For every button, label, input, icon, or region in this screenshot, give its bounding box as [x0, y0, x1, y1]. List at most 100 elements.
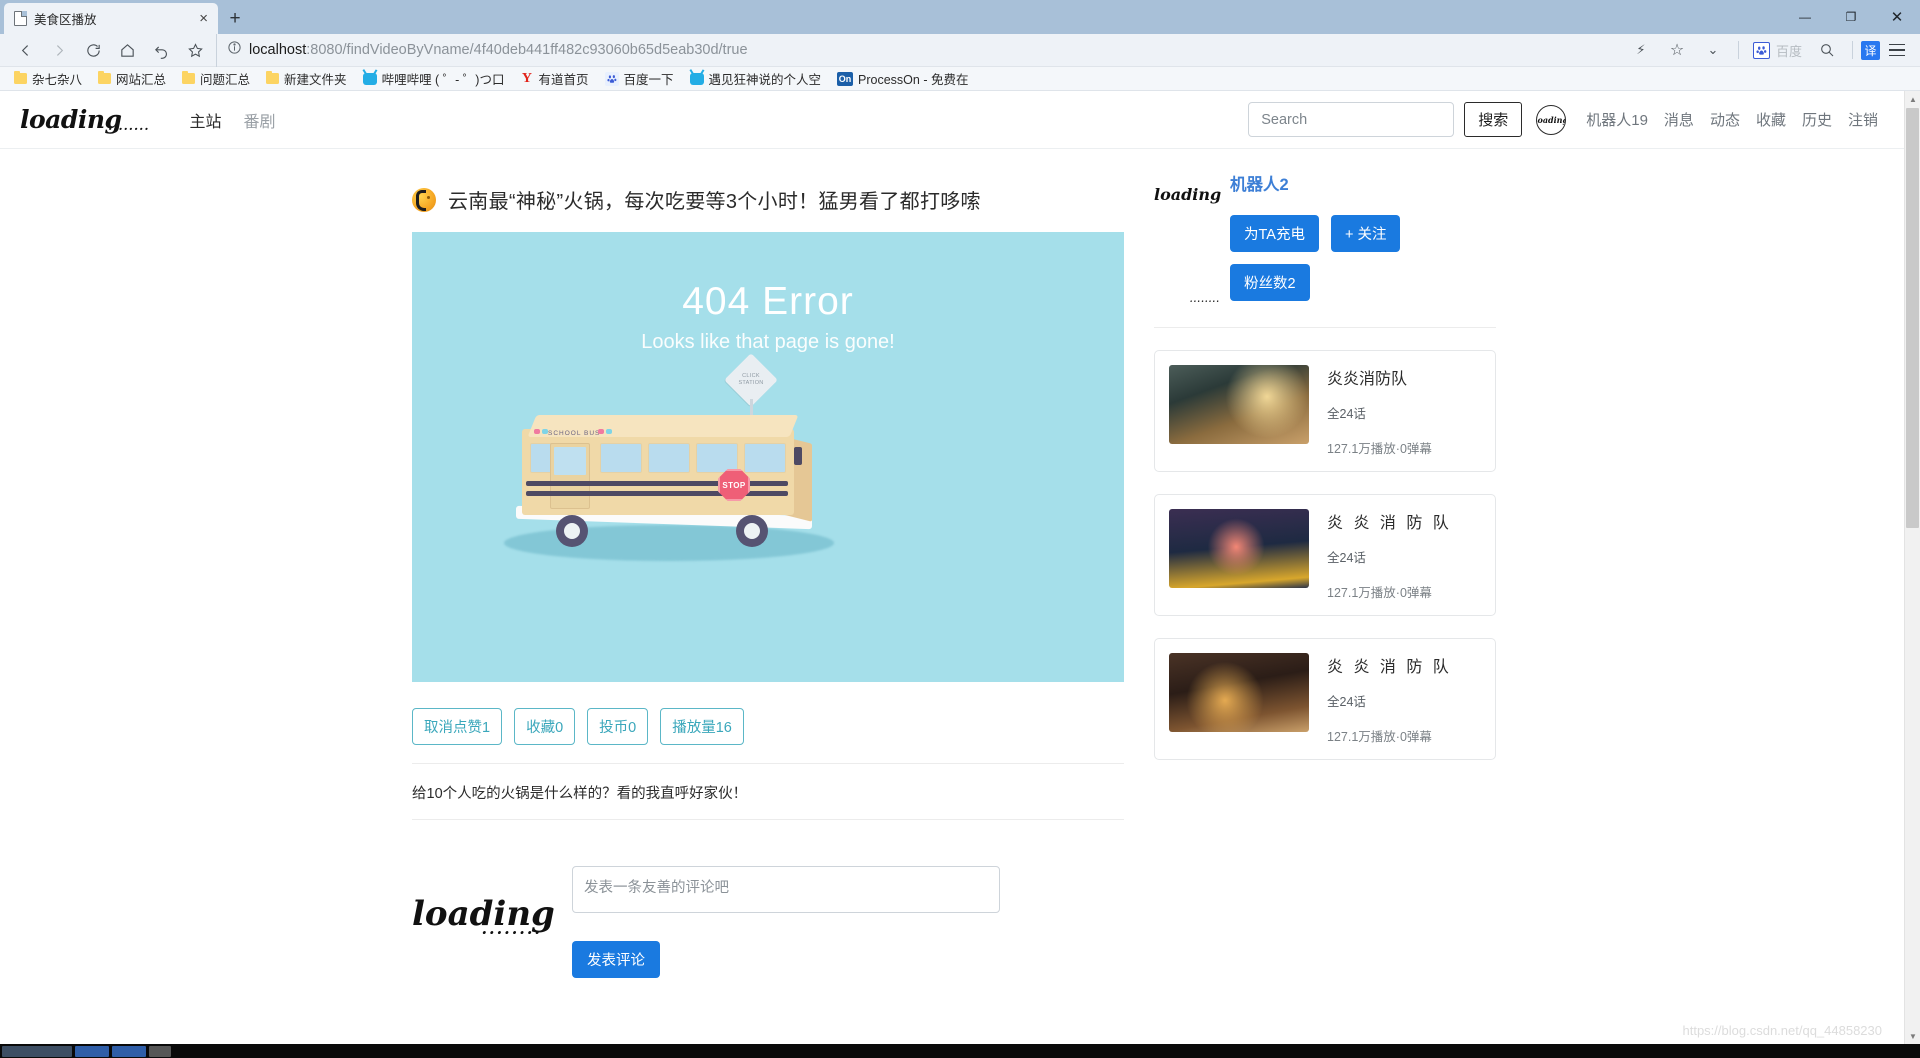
bookmark-item[interactable]: Y 有道首页 — [512, 69, 596, 88]
user-nav-feed[interactable]: 动态 — [1710, 109, 1740, 130]
search-input[interactable] — [1248, 102, 1455, 137]
related-video-card[interactable]: 炎 炎 消 防 队 全24话 127.1万播放·0弹幕 — [1154, 638, 1496, 760]
like-button[interactable]: 取消点赞1 — [412, 708, 503, 745]
user-nav-profile[interactable]: 机器人19 — [1586, 109, 1648, 130]
video-thumbnail — [1169, 653, 1309, 732]
new-tab-button[interactable]: + — [218, 3, 252, 34]
bookmark-item[interactable]: On ProcessOn - 免费在 — [829, 69, 976, 88]
bookmark-item[interactable]: 新建文件夹 — [258, 69, 355, 88]
forward-icon[interactable] — [42, 34, 76, 67]
favorite-button[interactable]: 收藏0 — [514, 708, 576, 745]
video-title-row: 云南最“神秘”火锅，每次吃要等3个小时！猛男看了都打哆嗦 — [412, 171, 1124, 232]
play-count-button[interactable]: 播放量16 — [660, 708, 744, 745]
author-info: 机器人2 为TA充电 + 关注 粉丝数2 — [1230, 171, 1496, 301]
search-engine-chip[interactable]: 百度 — [1747, 41, 1808, 60]
related-video-stats: 127.1万播放·0弹幕 — [1327, 442, 1432, 456]
page-scrollbar[interactable]: ▲ ▼ — [1904, 91, 1920, 1044]
close-window-button[interactable]: ✕ — [1874, 0, 1920, 34]
close-icon[interactable]: × — [195, 11, 212, 26]
page-icon — [14, 11, 27, 26]
follow-button[interactable]: + 关注 — [1330, 215, 1401, 252]
taskbar-item[interactable] — [2, 1045, 72, 1057]
bus-label: SCHOOL BUS — [548, 430, 601, 437]
video-player[interactable]: 404 Error Looks like that page is gone! … — [412, 232, 1124, 682]
translate-icon[interactable]: 译 — [1861, 40, 1880, 60]
hamburger-icon[interactable] — [1882, 43, 1912, 57]
related-video-episodes: 全24话 — [1327, 407, 1366, 421]
user-nav-messages[interactable]: 消息 — [1664, 109, 1694, 130]
user-nav-favorites[interactable]: 收藏 — [1756, 109, 1786, 130]
bookmark-label: 杂七杂八 — [32, 73, 83, 87]
bookmark-label: 有道首页 — [538, 73, 589, 87]
charge-button[interactable]: 为TA充电 — [1230, 215, 1319, 252]
video-thumbnail — [1169, 365, 1309, 444]
taskbar-item[interactable] — [75, 1045, 109, 1057]
page-viewport: loading ........ 主站 番剧 搜索 loading 机器人19 … — [0, 91, 1920, 1044]
video-column: 云南最“神秘”火锅，每次吃要等3个小时！猛男看了都打哆嗦 404 Error L… — [412, 171, 1124, 978]
maximize-button[interactable]: ❐ — [1828, 0, 1874, 34]
user-nav: 机器人19 消息 动态 收藏 历史 注销 — [1586, 109, 1878, 130]
bookmark-label: 遇见狂神说的个人空 — [708, 73, 822, 87]
page-title: 云南最“神秘”火锅，每次吃要等3个小时！猛男看了都打哆嗦 — [448, 191, 981, 213]
nav-item-home[interactable]: 主站 — [190, 108, 222, 132]
school-bus-illustration: SCHOOL BUS STOP — [504, 407, 834, 561]
star-icon[interactable] — [178, 34, 212, 67]
baidu-icon — [604, 71, 619, 86]
author-logo: loading ........ — [1154, 171, 1221, 304]
author-logo-text: loading — [1154, 185, 1222, 204]
site-logo-dots: ........ — [108, 119, 150, 133]
taskbar-item[interactable] — [149, 1045, 171, 1057]
user-nav-logout[interactable]: 注销 — [1848, 109, 1878, 130]
author-card: loading ........ 机器人2 为TA充电 + 关注 粉丝数2 — [1154, 171, 1496, 328]
folder-icon — [266, 70, 280, 84]
bookmark-item[interactable]: 遇见狂神说的个人空 — [682, 69, 830, 88]
minimize-button[interactable]: — — [1782, 0, 1828, 34]
comment-input[interactable] — [572, 866, 1000, 913]
related-video-stats: 127.1万播放·0弹幕 — [1327, 586, 1432, 600]
undo-icon[interactable] — [144, 34, 178, 67]
avatar[interactable]: loading — [1536, 104, 1567, 135]
related-video-episodes: 全24话 — [1327, 695, 1366, 709]
bookmark-star-icon[interactable]: ☆ — [1660, 34, 1694, 67]
bookmark-label: 哔哩哔哩 ( ゜- ゜)つ口 — [381, 73, 505, 87]
toolbar-right: ⚡ ☆ ⌄ 百度 译 — [1618, 34, 1912, 67]
lightning-icon[interactable]: ⚡ — [1624, 34, 1658, 67]
related-video-info: 炎 炎 消 防 队 全24话 127.1万播放·0弹幕 — [1327, 509, 1481, 601]
scrollbar-thumb[interactable] — [1906, 108, 1919, 528]
author-logo-dots: ........ — [1189, 294, 1220, 304]
scroll-up-arrow[interactable]: ▲ — [1905, 91, 1920, 107]
main-nav: 主站 番剧 — [190, 108, 276, 132]
search-icon[interactable] — [1810, 34, 1844, 67]
comment-field-wrap: 发表评论 — [572, 866, 1124, 978]
nav-item-anime[interactable]: 番剧 — [244, 108, 276, 132]
window-controls: — ❐ ✕ — [1782, 0, 1920, 34]
fans-count-button[interactable]: 粉丝数2 — [1230, 264, 1310, 301]
tab-title: 美食区播放 — [34, 13, 97, 27]
browser-tab[interactable]: 美食区播放 × — [4, 3, 218, 34]
chevron-down-icon[interactable]: ⌄ — [1696, 34, 1730, 67]
bookmark-item[interactable]: 杂七杂八 — [6, 69, 90, 88]
reload-icon[interactable] — [76, 34, 110, 67]
bookmark-item[interactable]: 网站汇总 — [90, 69, 174, 88]
coin-button[interactable]: 投币0 — [587, 708, 649, 745]
fans-row: 粉丝数2 — [1230, 264, 1496, 301]
related-video-card[interactable]: 炎炎消防队 全24话 127.1万播放·0弹幕 — [1154, 350, 1496, 472]
bilibili-icon — [362, 72, 377, 85]
site-logo[interactable]: loading ........ — [20, 105, 156, 134]
bookmark-item[interactable]: 问题汇总 — [174, 69, 258, 88]
user-nav-history[interactable]: 历史 — [1802, 109, 1832, 130]
bookmark-item[interactable]: 哔哩哔哩 ( ゜- ゜)つ口 — [355, 69, 513, 88]
scroll-down-arrow[interactable]: ▼ — [1905, 1028, 1920, 1044]
related-video-card[interactable]: 炎 炎 消 防 队 全24话 127.1万播放·0弹幕 — [1154, 494, 1496, 616]
address-bar[interactable]: localhost:8080/findVideoByVname/4f40deb4… — [216, 33, 1618, 67]
search-button[interactable]: 搜索 — [1464, 102, 1523, 137]
info-icon[interactable] — [227, 40, 242, 60]
author-name-link[interactable]: 机器人2 — [1230, 171, 1496, 195]
back-icon[interactable] — [8, 34, 42, 67]
home-icon[interactable] — [110, 34, 144, 67]
avatar-label: loading — [1537, 114, 1567, 125]
bookmark-item[interactable]: 百度一下 — [597, 69, 682, 88]
submit-comment-button[interactable]: 发表评论 — [572, 941, 660, 978]
folder-icon — [98, 70, 112, 84]
taskbar-item[interactable] — [112, 1045, 146, 1057]
